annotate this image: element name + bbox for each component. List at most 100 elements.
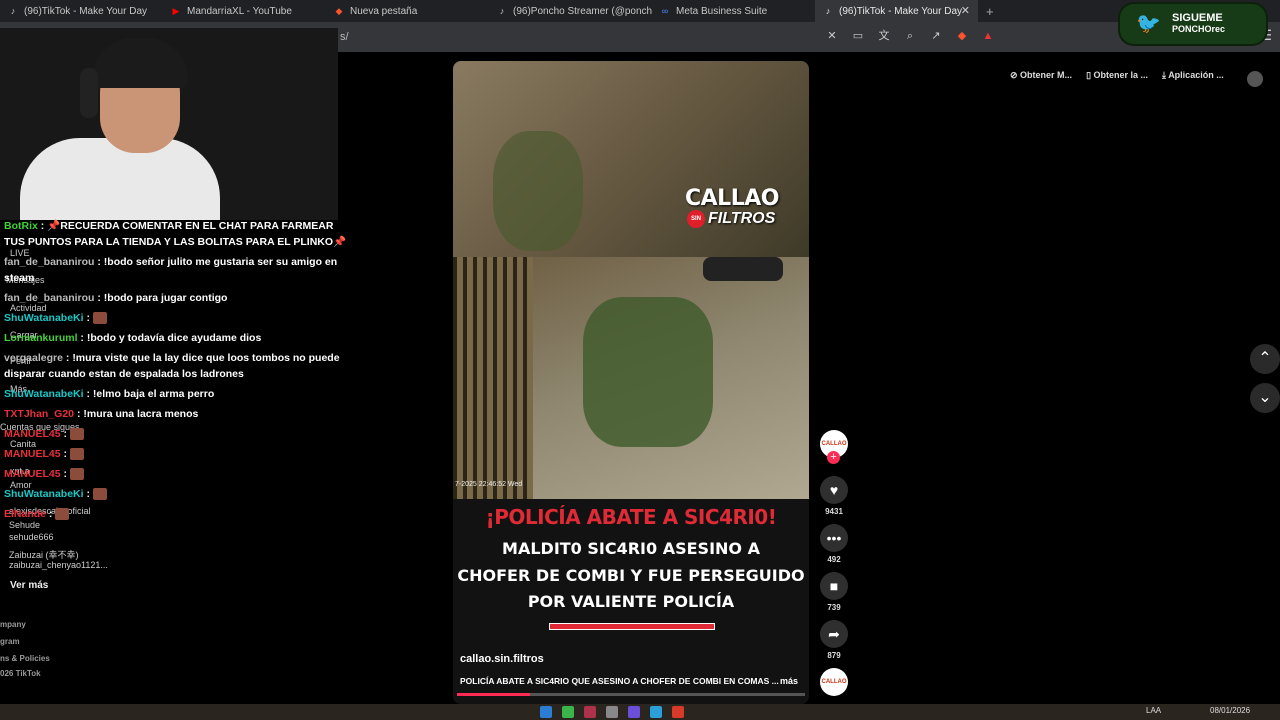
chat-message: ShuWatanabeKi : xyxy=(4,310,354,326)
chat-username: BotRix xyxy=(4,220,38,232)
chat-message: Lormankuruml : !bodo y todavía dice ayud… xyxy=(4,332,262,344)
tab-tiktok-1[interactable]: ♪ (96)TikTok - Make Your Day xyxy=(0,0,163,22)
chat-message: BotRix : 📌RECUERDA COMENTAR EN EL CHAT P… xyxy=(4,220,347,248)
video-cctv-frame xyxy=(453,257,809,499)
chat-emote xyxy=(92,488,107,501)
video-player[interactable]: CALLAO SIN FILTROS 7-2025 22:46:52 Wed ¡… xyxy=(453,61,809,704)
brave-icon: ◆ xyxy=(335,6,343,16)
get-coins-link[interactable]: ⊘ Obtener M... xyxy=(1010,70,1072,81)
chat-username: ShuWatanabeKi xyxy=(4,488,84,500)
chat-message: vergaalegre : !mura viste que la lay dic… xyxy=(4,352,340,380)
tab-label: Nueva pestaña xyxy=(350,5,418,17)
app-icon[interactable] xyxy=(672,706,684,718)
chat-username: TXTJhan_G20 xyxy=(4,408,75,420)
profile-avatar[interactable] xyxy=(1247,71,1263,87)
streamer-webcam xyxy=(0,28,338,220)
chat-username: Lormankuruml xyxy=(4,332,78,344)
browser-tab-bar: ♪ (96)TikTok - Make Your Day ▶ MandarriaXL… xyxy=(0,0,1280,22)
heart-icon[interactable]: ♥ xyxy=(820,476,848,504)
chat-emote xyxy=(69,428,84,441)
video-headline: ¡POLICÍA ABATE A SIC4RI0! xyxy=(485,505,777,529)
chat-message: MANUEL45 : xyxy=(4,466,354,482)
badge-line1: SIGUEME xyxy=(1172,12,1223,24)
chat-emote xyxy=(69,468,84,481)
tab-new[interactable]: ◆ Nueva pestaña xyxy=(326,0,489,22)
video-subline-1: MALDIT0 SIC4RI0 ASESINO A xyxy=(502,539,760,558)
brave-shield-icon[interactable]: ◆ xyxy=(955,29,969,43)
chat-text: !bodo para jugar contigo xyxy=(103,292,228,304)
chat-emote xyxy=(92,312,107,325)
app-icon[interactable] xyxy=(628,706,640,718)
chat-username: ShuWatanabeKi xyxy=(4,388,84,400)
taskbar-language[interactable]: LAA xyxy=(1146,706,1161,715)
footer-terms[interactable]: ns & Policies xyxy=(0,654,50,663)
share-arrow-icon[interactable]: ➦ xyxy=(820,620,848,648)
share-action[interactable]: ➦ 879 xyxy=(820,620,848,660)
webcam-shirt xyxy=(20,138,220,220)
footer-copyright: 026 TikTok xyxy=(0,669,41,678)
tab-label: (96)Poncho Streamer (@poncho_rec... xyxy=(513,5,652,17)
tiktok-icon: ♪ xyxy=(10,6,16,16)
tab-tiktok-active[interactable]: ♪ (96)TikTok - Make Your Day ✕ xyxy=(815,0,978,22)
zoom-icon[interactable]: ⌕ xyxy=(903,29,917,43)
close-tab-icon[interactable]: ✕ xyxy=(961,4,970,17)
windows-start-icon[interactable] xyxy=(540,706,552,718)
brave-rewards-icon[interactable]: ▲ xyxy=(981,29,995,43)
footer-company[interactable]: mpany xyxy=(0,620,26,629)
video-red-bar xyxy=(549,623,715,630)
follow-plus-icon[interactable]: + xyxy=(827,451,840,464)
windows-taskbar: LAA 08/01/2026 xyxy=(0,704,1280,720)
app-icon[interactable] xyxy=(650,706,662,718)
share-icon[interactable]: ↗ xyxy=(929,29,943,43)
more-link[interactable]: más xyxy=(780,676,798,686)
chat-message: ShuWatanabeKi : xyxy=(4,486,354,502)
webcam-hair xyxy=(92,38,188,88)
new-tab-icon[interactable]: + xyxy=(978,4,1002,19)
tab-meta[interactable]: ∞ Meta Business Suite xyxy=(652,0,815,22)
app-icon[interactable] xyxy=(606,706,618,718)
chat-message: ElNande : xyxy=(4,506,354,522)
tab-poncho[interactable]: ♪ (96)Poncho Streamer (@poncho_rec... xyxy=(489,0,652,22)
music-disc-icon[interactable]: CALLAO xyxy=(820,668,848,696)
save-count: 739 xyxy=(827,603,841,612)
comment-count: 492 xyxy=(827,555,841,564)
tiktok-icon: ♪ xyxy=(825,6,831,16)
save-action[interactable]: ■ 739 xyxy=(820,572,848,612)
youtube-icon: ▶ xyxy=(172,6,180,16)
chevron-down-icon[interactable]: ⌄ xyxy=(1250,383,1280,413)
video-description: POLICÍA ABATE A SIC4RIO QUE ASESINO A CH… xyxy=(460,676,779,686)
bookmark-icon[interactable]: ■ xyxy=(820,572,848,600)
chat-message: ShuWatanabeKi : !elmo baja el arma perro xyxy=(4,388,215,400)
video-author[interactable]: callao.sin.filtros xyxy=(460,653,544,665)
comment-action[interactable]: ••• 492 xyxy=(820,524,848,564)
like-count: 9431 xyxy=(825,507,843,516)
tiktok-icon: ♪ xyxy=(499,6,505,16)
overlay-sin-filtros: SIN FILTROS xyxy=(687,210,775,228)
app-icon[interactable] xyxy=(584,706,596,718)
like-action[interactable]: ♥ 9431 xyxy=(820,476,848,516)
screen-icon[interactable]: ▭ xyxy=(851,29,865,43)
tab-label: (96)TikTok - Make Your Day xyxy=(839,5,963,17)
overlay-callao: CALLAO xyxy=(685,186,779,211)
tab-youtube[interactable]: ▶ MandarriaXL - YouTube xyxy=(163,0,326,22)
chat-message: fan_de_bananirou : !bodo para jugar cont… xyxy=(4,292,228,304)
chat-text: !bodo y todavía dice ayudame dios xyxy=(86,332,262,344)
chrome-icon[interactable] xyxy=(562,706,574,718)
video-progress-bar[interactable] xyxy=(457,693,805,696)
taskbar-date[interactable]: 08/01/2026 xyxy=(1210,706,1250,715)
translate-icon[interactable]: 文 xyxy=(877,29,891,43)
ghost-acc5-handle: zaibuzai_chenyao1121... xyxy=(9,560,108,570)
footer-program[interactable]: gram xyxy=(0,637,20,646)
see-more-link[interactable]: Ver más xyxy=(10,580,48,591)
meta-icon: ∞ xyxy=(661,6,669,16)
url-text[interactable]: s/ xyxy=(340,31,349,43)
overlay-sin: SIN xyxy=(687,210,705,228)
tab-label: Meta Business Suite xyxy=(676,5,768,17)
get-app-link[interactable]: ▯ Obtener la ... xyxy=(1086,70,1148,81)
chat-text: 📌RECUERDA COMENTAR EN EL CHAT PARA FARME… xyxy=(4,220,347,248)
chevron-up-icon[interactable]: ⌃ xyxy=(1250,344,1280,374)
mute-icon[interactable]: ✕ xyxy=(825,29,839,43)
chat-username: MANUEL45 xyxy=(4,468,61,480)
comment-icon[interactable]: ••• xyxy=(820,524,848,552)
desktop-app-link[interactable]: ⤓ Aplicación ... xyxy=(1162,70,1224,81)
